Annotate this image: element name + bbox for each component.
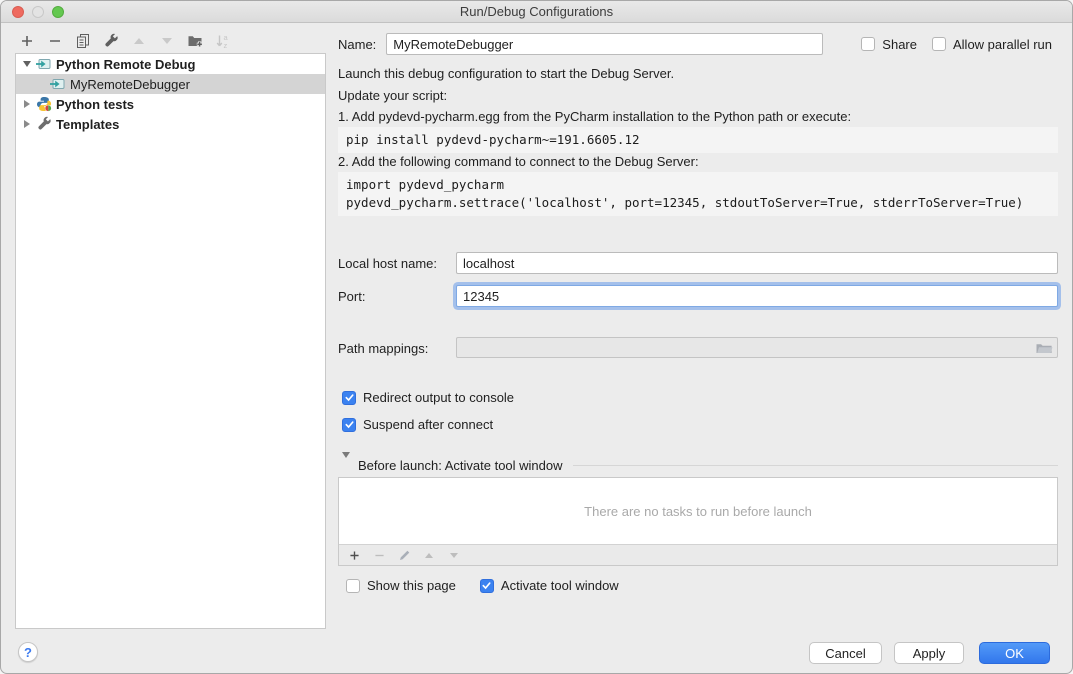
share-label: Share bbox=[882, 37, 917, 52]
sort-alphabetically-icon[interactable]: az bbox=[214, 33, 231, 50]
suspend-after-connect-row: Suspend after connect bbox=[342, 417, 493, 432]
port-label: Port: bbox=[338, 289, 365, 304]
redirect-output-row: Redirect output to console bbox=[342, 390, 514, 405]
tree-item-label: Templates bbox=[56, 117, 119, 132]
description-line2: Update your script: bbox=[338, 88, 447, 103]
add-icon[interactable] bbox=[347, 548, 361, 562]
before-launch-header[interactable]: Before launch: Activate tool window bbox=[338, 458, 1058, 473]
tree-item-label: Python tests bbox=[56, 97, 134, 112]
remote-debug-config-icon bbox=[50, 76, 66, 92]
name-row: Name: Share Allow parallel run bbox=[338, 33, 1058, 55]
task-toolbar bbox=[339, 544, 1057, 565]
move-down-icon[interactable] bbox=[158, 33, 175, 50]
name-label: Name: bbox=[338, 37, 376, 52]
before-launch-title: Before launch: Activate tool window bbox=[358, 458, 563, 473]
show-this-page-row: Show this page bbox=[346, 578, 456, 593]
activate-tool-window-label: Activate tool window bbox=[501, 578, 619, 593]
settrace-code-line1: import pydevd_pycharm bbox=[346, 177, 504, 192]
configurations-toolbar: az bbox=[18, 32, 231, 50]
settrace-code-line2: pydevd_pycharm.settrace('localhost', por… bbox=[346, 195, 1023, 210]
description-line1: Launch this debug configuration to start… bbox=[338, 66, 674, 81]
empty-tasks-message: There are no tasks to run before launch bbox=[584, 504, 812, 519]
settrace-code: import pydevd_pycharm pydevd_pycharm.set… bbox=[338, 172, 1058, 216]
move-up-icon[interactable] bbox=[130, 33, 147, 50]
show-this-page-checkbox[interactable] bbox=[346, 579, 360, 593]
question-mark-icon: ? bbox=[24, 645, 32, 660]
suspend-after-connect-checkbox[interactable] bbox=[342, 418, 356, 432]
chevron-right-icon[interactable] bbox=[22, 100, 32, 108]
tree-item-label: Python Remote Debug bbox=[56, 57, 195, 72]
task-list[interactable]: There are no tasks to run before launch bbox=[339, 478, 1057, 544]
before-launch-task-panel: There are no tasks to run before launch bbox=[338, 477, 1058, 566]
share-checkbox-row: Share bbox=[861, 37, 917, 52]
show-this-page-label: Show this page bbox=[367, 578, 456, 593]
svg-text:z: z bbox=[223, 41, 227, 49]
tree-item-python-tests[interactable]: Python tests bbox=[16, 94, 325, 114]
edit-icon[interactable] bbox=[102, 33, 119, 50]
configuration-editor: Name: Share Allow parallel run Launch th… bbox=[338, 1, 1058, 674]
suspend-after-connect-label: Suspend after connect bbox=[363, 417, 493, 432]
local-host-input[interactable] bbox=[456, 252, 1058, 274]
browse-folder-icon[interactable] bbox=[1035, 340, 1053, 356]
chevron-down-icon[interactable] bbox=[22, 61, 32, 67]
allow-parallel-run-checkbox[interactable] bbox=[932, 37, 946, 51]
tree-item-label: MyRemoteDebugger bbox=[70, 77, 190, 92]
zoom-window-button[interactable] bbox=[52, 6, 64, 18]
ok-button[interactable]: OK bbox=[979, 642, 1050, 664]
edit-icon[interactable] bbox=[397, 548, 411, 562]
share-checkbox[interactable] bbox=[861, 37, 875, 51]
templates-wrench-icon bbox=[36, 116, 52, 132]
configurations-tree: Python Remote Debug MyRemoteDebugger Pyt… bbox=[15, 53, 326, 629]
port-input[interactable] bbox=[456, 285, 1058, 307]
tree-item-python-remote-debug[interactable]: Python Remote Debug bbox=[16, 54, 325, 74]
minimize-window-button[interactable] bbox=[32, 6, 44, 18]
step2-text: 2. Add the following command to connect … bbox=[338, 154, 699, 169]
move-down-icon[interactable] bbox=[447, 548, 461, 562]
local-host-label: Local host name: bbox=[338, 256, 437, 271]
remove-icon[interactable] bbox=[46, 33, 63, 50]
copy-icon[interactable] bbox=[74, 33, 91, 50]
path-mappings-field[interactable] bbox=[456, 337, 1058, 358]
tree-item-templates[interactable]: Templates bbox=[16, 114, 325, 134]
python-tests-icon bbox=[36, 96, 52, 112]
redirect-output-label: Redirect output to console bbox=[363, 390, 514, 405]
add-icon[interactable] bbox=[18, 33, 35, 50]
activate-tool-window-row: Activate tool window bbox=[480, 578, 619, 593]
activate-tool-window-checkbox[interactable] bbox=[480, 579, 494, 593]
dialog-options-row: Show this page Activate tool window bbox=[346, 578, 619, 593]
close-window-button[interactable] bbox=[12, 6, 24, 18]
remove-icon[interactable] bbox=[372, 548, 386, 562]
chevron-down-icon[interactable] bbox=[342, 458, 350, 473]
pip-install-code: pip install pydevd-pycharm~=191.6605.12 bbox=[338, 127, 1058, 153]
redirect-output-checkbox[interactable] bbox=[342, 391, 356, 405]
remote-debug-config-icon bbox=[36, 56, 52, 72]
tree-item-myremotedebugger[interactable]: MyRemoteDebugger bbox=[16, 74, 325, 94]
allow-parallel-run-label: Allow parallel run bbox=[953, 37, 1052, 52]
step1-text: 1. Add pydevd-pycharm.egg from the PyCha… bbox=[338, 109, 851, 124]
path-mappings-label: Path mappings: bbox=[338, 341, 428, 356]
run-debug-configurations-dialog: Run/Debug Configurations az bbox=[0, 0, 1073, 674]
allow-parallel-checkbox-row: Allow parallel run bbox=[932, 37, 1052, 52]
cancel-button[interactable]: Cancel bbox=[809, 642, 882, 664]
new-folder-icon[interactable] bbox=[186, 33, 203, 50]
apply-button[interactable]: Apply bbox=[894, 642, 964, 664]
before-launch-divider bbox=[573, 465, 1058, 466]
move-up-icon[interactable] bbox=[422, 548, 436, 562]
chevron-right-icon[interactable] bbox=[22, 120, 32, 128]
help-button[interactable]: ? bbox=[18, 642, 38, 662]
name-input[interactable] bbox=[386, 33, 823, 55]
